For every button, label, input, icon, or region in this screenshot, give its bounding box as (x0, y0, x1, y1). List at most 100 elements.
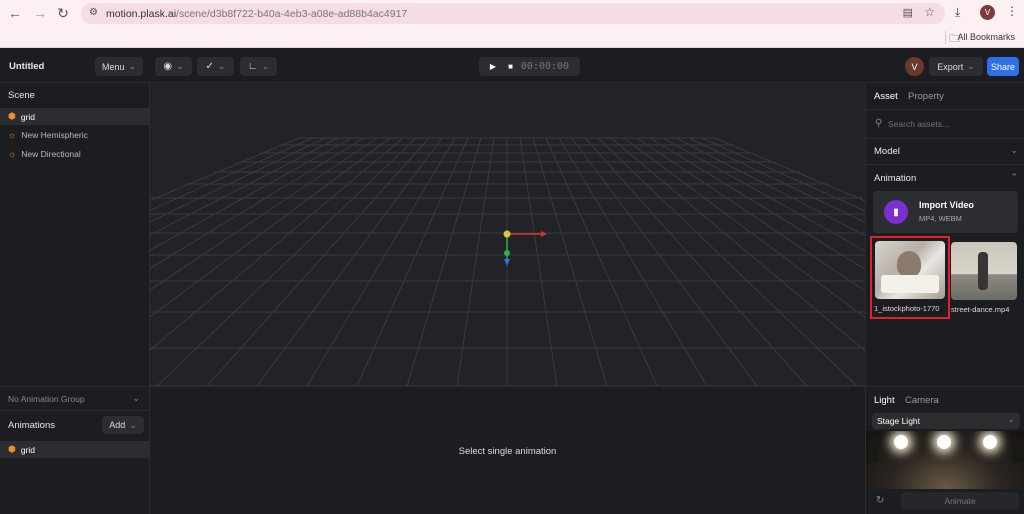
sun-icon: ☼ (8, 129, 17, 140)
asset-card-selected[interactable]: 1_istockphoto-1770 (870, 236, 950, 319)
export-button[interactable]: Export ⌄ (929, 57, 983, 76)
animate-button[interactable]: Animate (901, 492, 1019, 510)
light-preset-select[interactable]: Stage Light ⌄ (872, 413, 1020, 429)
import-video-subtitle: MP4, WEBM (919, 214, 962, 223)
transform-gizmo[interactable] (503, 230, 548, 267)
3d-viewport[interactable] (150, 83, 865, 386)
scene-panel: Scene ⬢ grid ☼ New Hemispheric ☼ New Dir… (0, 83, 150, 386)
chevron-down-icon[interactable]: ⌄ (132, 393, 140, 404)
spotlight-icon (937, 435, 951, 449)
grid-line (584, 137, 808, 386)
chevron-up-icon[interactable]: ⌃ (1010, 172, 1018, 183)
grid-line (150, 137, 326, 223)
star-icon[interactable]: ☆ (924, 5, 935, 19)
asset-name: street-dance.mp4 (951, 305, 1010, 314)
spotlight-housing (1012, 449, 1024, 463)
asset-card[interactable]: street-dance.mp4 (951, 239, 1017, 319)
tab-light[interactable]: Light (874, 395, 895, 406)
chevron-down-icon: ⌄ (129, 419, 137, 430)
grid-line (150, 137, 365, 269)
grid-line (688, 137, 865, 223)
chevron-down-icon: ⌄ (176, 61, 184, 71)
spotlight-housing (866, 449, 878, 463)
grid-line (150, 137, 391, 318)
search-divider (866, 138, 1024, 139)
address-bar[interactable]: ⚙ motion.plask.ai/scene/d3b8f722-b40a-4e… (81, 3, 945, 24)
selection-dropdown[interactable]: ✓ ⌄ (197, 57, 234, 76)
animation-group-select[interactable]: No Animation Group (8, 394, 85, 404)
grid-line (150, 137, 378, 291)
axis-icon: ∟ (247, 61, 258, 72)
export-label: Export (937, 61, 964, 72)
video-file-icon: ▮ (884, 200, 908, 224)
grid-line (356, 137, 469, 386)
grid-line (532, 137, 608, 386)
asset-thumbnail (951, 242, 1017, 300)
chevron-down-icon: ⌄ (1007, 414, 1015, 424)
project-title[interactable]: Untitled (9, 61, 44, 72)
grid-line (150, 137, 313, 211)
chevron-down-icon[interactable]: ⌄ (1010, 145, 1018, 156)
gizmo-y-handle[interactable] (504, 250, 510, 256)
refresh-icon[interactable]: ↻ (876, 495, 884, 506)
grid-floor (150, 137, 865, 386)
grid-line (701, 137, 865, 212)
animations-title: Animations (8, 420, 55, 431)
asset-thumbnail (875, 241, 945, 299)
animation-item-grid[interactable]: ⬢ grid (0, 441, 150, 458)
visibility-dropdown[interactable]: ◉ ⌄ (155, 57, 192, 76)
add-animation-button[interactable]: Add ⌄ (102, 416, 144, 434)
timecode: 00:00:00 (520, 61, 570, 72)
gizmo-z-arrow[interactable] (504, 259, 510, 266)
tab-property[interactable]: Property (908, 91, 944, 102)
user-avatar[interactable]: V (905, 57, 924, 76)
menu-button[interactable]: Menu ⌄ (95, 57, 143, 76)
thumbnail-dancer (978, 252, 988, 290)
group-divider (0, 410, 150, 411)
stop-icon[interactable]: ■ (508, 62, 513, 71)
scene-item-label: New Hemispheric (21, 129, 88, 140)
grid-line (558, 137, 708, 386)
timeline-panel: Select single animation (150, 386, 865, 514)
scene-item-hemispheric[interactable]: ☼ New Hemispheric (0, 126, 150, 143)
scene-item-directional[interactable]: ☼ New Directional (0, 145, 150, 162)
model-section-title[interactable]: Model (874, 146, 900, 157)
grid-line (675, 137, 865, 237)
reload-icon[interactable]: ↻ (54, 4, 72, 22)
animation-section-title[interactable]: Animation (874, 173, 916, 184)
animation-group-panel: No Animation Group ⌄ Animations Add ⌄ ⬢ … (0, 386, 150, 514)
gizmo-center[interactable] (503, 230, 511, 238)
grid-line (150, 137, 404, 351)
sun-icon: ☼ (8, 148, 17, 159)
tab-asset[interactable]: Asset (874, 91, 898, 102)
bookmarks-bar: 🗀 All Bookmarks (0, 27, 1024, 48)
browser-toolbar: ← → ↻ ⚙ motion.plask.ai/scene/d3b8f722-b… (0, 0, 1024, 27)
tabs-divider (866, 109, 1024, 110)
spotlight-icon (983, 435, 997, 449)
scene-item-label: New Directional (21, 148, 81, 159)
thumbnail-laptop (881, 275, 939, 293)
site-info-icon[interactable]: ⚙ (89, 7, 98, 18)
model-divider (866, 164, 1024, 165)
card-icon[interactable]: ▤ (903, 6, 913, 19)
back-icon[interactable]: ← (6, 4, 24, 22)
download-icon[interactable]: ⤓ (955, 5, 960, 20)
search-assets-input[interactable] (888, 116, 1018, 132)
share-button[interactable]: Share (987, 57, 1019, 76)
chevron-down-icon: ⌄ (128, 61, 137, 71)
light-camera-panel: Light Camera Stage Light ⌄ ↻ Animate (865, 386, 1024, 514)
grid-line (610, 137, 865, 352)
scene-item-grid[interactable]: ⬢ grid (0, 108, 150, 125)
profile-avatar[interactable]: V (980, 5, 995, 20)
url-domain: motion.plask.ai (106, 7, 177, 20)
more-menu-icon[interactable]: ⋮ (1006, 4, 1018, 18)
grid-line (206, 137, 430, 386)
play-icon[interactable]: ▶ (490, 62, 496, 71)
import-video-button[interactable]: ▮ Import Video MP4, WEBM (873, 191, 1018, 233)
tab-camera[interactable]: Camera (905, 395, 939, 406)
transform-dropdown[interactable]: ∟ ⌄ (240, 57, 277, 76)
all-bookmarks-link[interactable]: All Bookmarks (957, 32, 1015, 42)
gizmo-x-arrow[interactable] (541, 231, 547, 237)
forward-icon[interactable]: → (31, 4, 49, 22)
eye-icon: ◉ (163, 61, 173, 72)
